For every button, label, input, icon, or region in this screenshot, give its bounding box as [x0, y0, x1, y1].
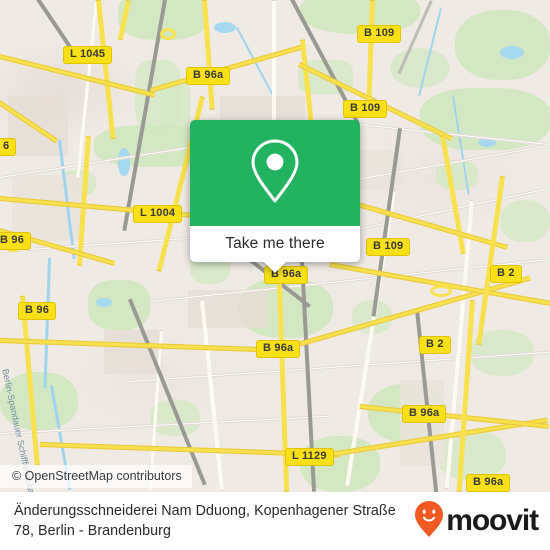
take-me-there-card[interactable]: Take me there: [190, 120, 360, 273]
road-shield: B 109: [343, 100, 388, 118]
road-shield: B 96: [18, 302, 57, 320]
take-me-there-label: Take me there: [225, 235, 325, 252]
water-body: [500, 46, 524, 59]
card-pointer-tail: [264, 262, 286, 273]
card-action-area[interactable]: Take me there: [190, 226, 360, 273]
road-shield: L 1129: [285, 448, 334, 466]
map-pin-icon: [249, 138, 301, 209]
park-area: [500, 200, 550, 242]
osm-attribution[interactable]: © OpenStreetMap contributors: [0, 465, 192, 488]
map-canvas[interactable]: Berlin-Spandauer Schifffahrtskanal L 104…: [0, 0, 550, 492]
road-shield: B 2: [490, 265, 522, 283]
water-body: [96, 298, 112, 307]
road-shield: L 1045: [63, 46, 113, 64]
road-shield: B 96a: [466, 474, 511, 492]
park-area: [455, 10, 550, 80]
moovit-map-screenshot: Berlin-Spandauer Schifffahrtskanal L 104…: [0, 0, 550, 550]
road-shield: 6: [0, 138, 17, 156]
road-shield: B 109: [357, 25, 402, 43]
building-block: [400, 380, 444, 466]
road-shield: L 1004: [133, 205, 183, 223]
road-shield: B 96a: [186, 67, 231, 85]
roundabout: [160, 28, 176, 40]
road-shield: B 96a: [256, 340, 301, 358]
moovit-smiley-pin-icon: [414, 500, 444, 543]
footer-bar: Änderungsschneiderei Nam Dduong, Kopenha…: [0, 492, 550, 550]
moovit-logo[interactable]: moovit: [414, 500, 550, 543]
water-body: [118, 148, 130, 176]
road-shield: B 96a: [402, 405, 447, 423]
card-icon-area: [190, 120, 360, 226]
roundabout: [430, 285, 452, 297]
road-shield: B 96: [0, 232, 32, 250]
moovit-wordmark: moovit: [446, 504, 539, 537]
location-title: Änderungsschneiderei Nam Dduong, Kopenha…: [14, 503, 396, 539]
road-shield: B 109: [366, 238, 411, 256]
water-body: [214, 22, 236, 33]
road-shield: B 2: [419, 336, 451, 354]
